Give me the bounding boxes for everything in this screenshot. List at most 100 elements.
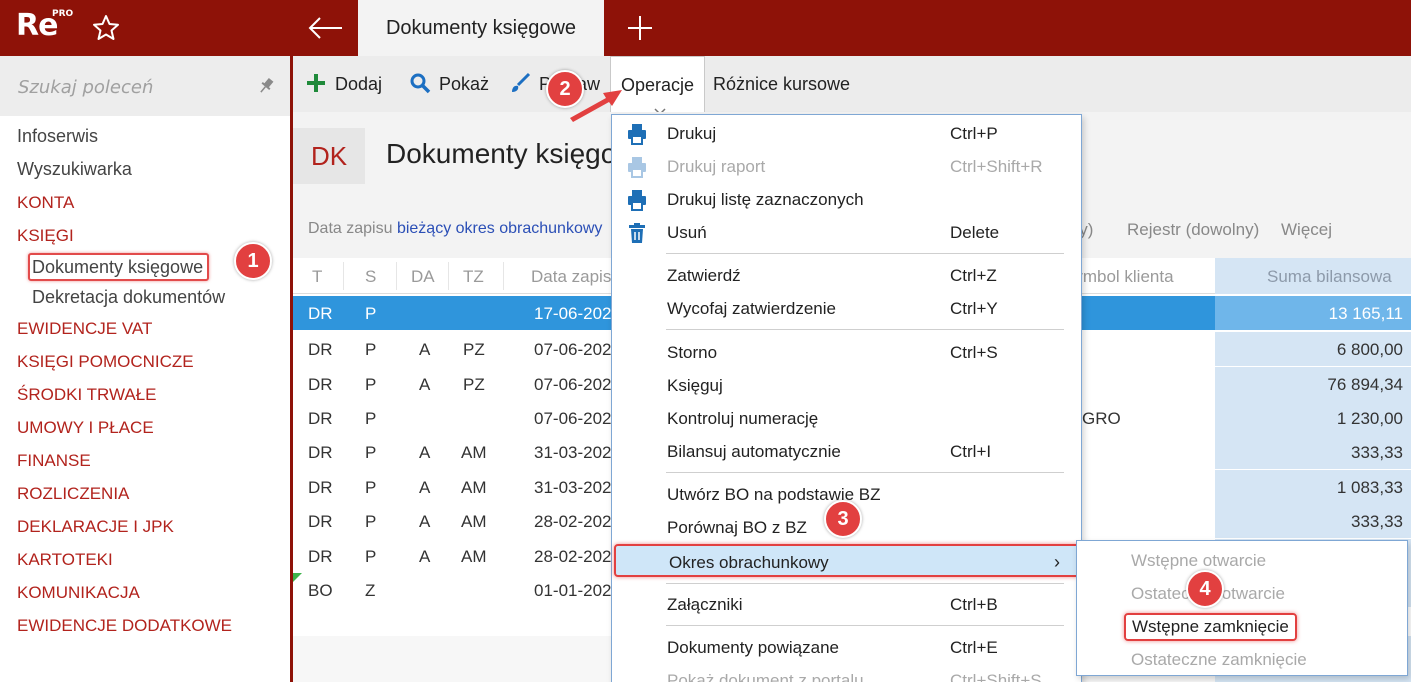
cell-date: 31-03-2023 (534, 478, 621, 497)
row-marker-icon (293, 573, 302, 582)
sidebar-item-label: DEKLARACJE I JPK (17, 517, 174, 536)
sum-cell: 6 800,00 (1215, 332, 1411, 366)
sum-value: 13 165,11 (1328, 304, 1403, 323)
sidebar-item-label: KSIĘGI POMOCNICZE (17, 352, 194, 371)
column-header-date[interactable]: Data zapisu (531, 267, 621, 287)
menu-item-auto-balance[interactable]: Bilansuj automatycznie Ctrl+I (612, 435, 1081, 468)
menu-item-print-report[interactable]: Drukuj raport Ctrl+Shift+R (612, 150, 1081, 183)
sum-value: 76 894,34 (1327, 375, 1403, 394)
trash-icon (626, 222, 648, 244)
cell-date: 07-06-2023 (534, 340, 621, 359)
cell-s: P (365, 375, 377, 394)
column-separator (448, 262, 449, 290)
back-arrow-icon[interactable] (306, 10, 346, 46)
command-search-input[interactable] (18, 74, 248, 100)
cell-t: DR (308, 512, 333, 531)
submenu-item-preliminary-opening[interactable]: Wstępne otwarcie (1131, 551, 1266, 571)
sidebar-item-dekretacja[interactable]: Dekretacja dokumentów (0, 282, 290, 312)
add-button-label: Dodaj (335, 74, 383, 94)
logo-badge: PRO (52, 9, 74, 19)
sidebar-item-infoserwis[interactable]: Infoserwis (0, 120, 290, 153)
cell-s: P (365, 512, 377, 531)
menu-item-label: Drukuj listę zaznaczonych (667, 190, 864, 209)
sidebar-category-deklaracje-jpk[interactable]: DEKLARACJE I JPK (0, 510, 290, 543)
menu-item-label: Kontroluj numerację (667, 409, 819, 428)
cell-date: 07-06-2023 (534, 409, 621, 428)
cell-da: A (419, 478, 431, 497)
menu-item-check-numbering[interactable]: Kontroluj numerację (612, 402, 1081, 435)
date-filter-value: bieżący okres obrachunkowy (396, 220, 603, 237)
add-button[interactable]: Dodaj (305, 70, 382, 98)
sidebar-category-ksiegi-pomocnicze[interactable]: KSIĘGI POMOCNICZE (0, 345, 290, 378)
cell-tz: AM (461, 443, 487, 462)
menu-item-label: Drukuj raport (667, 157, 766, 176)
cell-tz: PZ (463, 340, 485, 359)
menu-item-related-documents[interactable]: Dokumenty powiązane Ctrl+E (612, 631, 1081, 664)
cell-date: 17-06-2023 (534, 304, 621, 323)
sidebar: Infoserwis Wyszukiwarka KONTA KSIĘGI Dok… (0, 56, 290, 682)
exchange-differences-label: Różnice kursowe (713, 74, 851, 94)
register-filter[interactable]: Rejestr (dowolny) (1127, 220, 1259, 240)
menu-item-approve[interactable]: Zatwierdź Ctrl+Z (612, 259, 1081, 292)
column-header-t[interactable]: T (312, 267, 322, 287)
sidebar-item-label: ŚRODKI TRWAŁE (17, 385, 157, 404)
sidebar-category-umowy-place[interactable]: UMOWY I PŁACE (0, 411, 290, 444)
date-filter[interactable]: Data zapisu bieżący okres obrachunkowy (308, 220, 602, 238)
column-header-tz[interactable]: TZ (463, 267, 484, 287)
pin-icon[interactable] (256, 76, 276, 96)
sidebar-item-wyszukiwarka[interactable]: Wyszukiwarka (0, 153, 290, 186)
show-button[interactable]: Pokaż (409, 70, 489, 98)
sidebar-category-kartoteki[interactable]: KARTOTEKI (0, 543, 290, 576)
sidebar-item-label: Dekretacja dokumentów (32, 287, 226, 307)
operations-button-label: Operacje (621, 75, 695, 95)
sidebar-category-komunikacja[interactable]: KOMUNIKACJA (0, 576, 290, 609)
sidebar-category-finanse[interactable]: FINANSE (0, 444, 290, 477)
sidebar-category-ewidencje-vat[interactable]: EWIDENCJE VAT (0, 312, 290, 345)
sidebar-category-konta[interactable]: KONTA (0, 186, 290, 219)
sidebar-category-srodki-trwale[interactable]: ŚRODKI TRWAŁE (0, 378, 290, 411)
submenu-item-preliminary-closing[interactable]: Wstępne zamknięcie (1124, 613, 1297, 641)
menu-item-portal-document[interactable]: Pokaż dokument z portalu Ctrl+Shift+S (612, 664, 1081, 682)
cell-date: 07-06-2023 (534, 375, 621, 394)
menu-item-accounting-period[interactable]: Okres obrachunkowy › (614, 544, 1080, 577)
submenu-item-final-closing[interactable]: Ostateczne zamknięcie (1131, 650, 1307, 670)
column-separator (503, 262, 504, 290)
menu-item-delete[interactable]: Usuń Delete (612, 216, 1081, 249)
menu-item-storno[interactable]: Storno Ctrl+S (612, 336, 1081, 369)
document-type-badge: DK (293, 128, 365, 184)
cell-da: A (419, 512, 431, 531)
more-filters-link[interactable]: Więcej (1281, 220, 1332, 240)
column-separator (343, 262, 344, 290)
new-tab-plus-icon[interactable] (624, 10, 656, 46)
column-header-da[interactable]: DA (411, 267, 435, 287)
cell-t: DR (308, 304, 333, 323)
accounting-period-submenu: Wstępne otwarcie Ostateczne otwarcie Wst… (1076, 540, 1408, 676)
sidebar-item-label: EWIDENCJE VAT (17, 319, 153, 338)
printer-icon (626, 123, 648, 145)
menu-item-post[interactable]: Księguj (612, 369, 1081, 402)
sum-value: 1 083,33 (1336, 478, 1403, 497)
menu-item-print-selected[interactable]: Drukuj listę zaznaczonych (612, 183, 1081, 216)
menu-item-label: Dokumenty powiązane (667, 638, 839, 657)
sidebar-category-ewidencje-dodatkowe[interactable]: EWIDENCJE DODATKOWE (0, 609, 290, 642)
sidebar-category-rozliczenia[interactable]: ROZLICZENIA (0, 477, 290, 510)
column-header-sum[interactable]: Suma bilansowa (1267, 267, 1392, 287)
menu-item-attachments[interactable]: Załączniki Ctrl+B (612, 588, 1081, 621)
cell-t: BO (308, 581, 333, 600)
sidebar-item-label: EWIDENCJE DODATKOWE (17, 616, 233, 635)
cell-da: A (419, 547, 431, 566)
tab-dokumenty-ksiegowe[interactable]: Dokumenty księgowe (358, 0, 604, 56)
exchange-differences-button[interactable]: Różnice kursowe (713, 70, 850, 98)
sidebar-item-label: KARTOTEKI (17, 550, 113, 569)
menu-item-label: Usuń (667, 223, 707, 242)
menu-item-print[interactable]: Drukuj Ctrl+P (612, 117, 1081, 150)
cell-tz: AM (461, 547, 487, 566)
favorite-star-icon[interactable] (90, 12, 122, 44)
menu-separator (666, 583, 1064, 584)
column-header-s[interactable]: S (365, 267, 376, 287)
app-logo[interactable]: Re PRO (16, 8, 73, 43)
sidebar-item-label: KSIĘGI (17, 226, 74, 245)
cell-s: P (365, 478, 377, 497)
cell-da: A (419, 375, 431, 394)
menu-item-revoke-approval[interactable]: Wycofaj zatwierdzenie Ctrl+Y (612, 292, 1081, 325)
